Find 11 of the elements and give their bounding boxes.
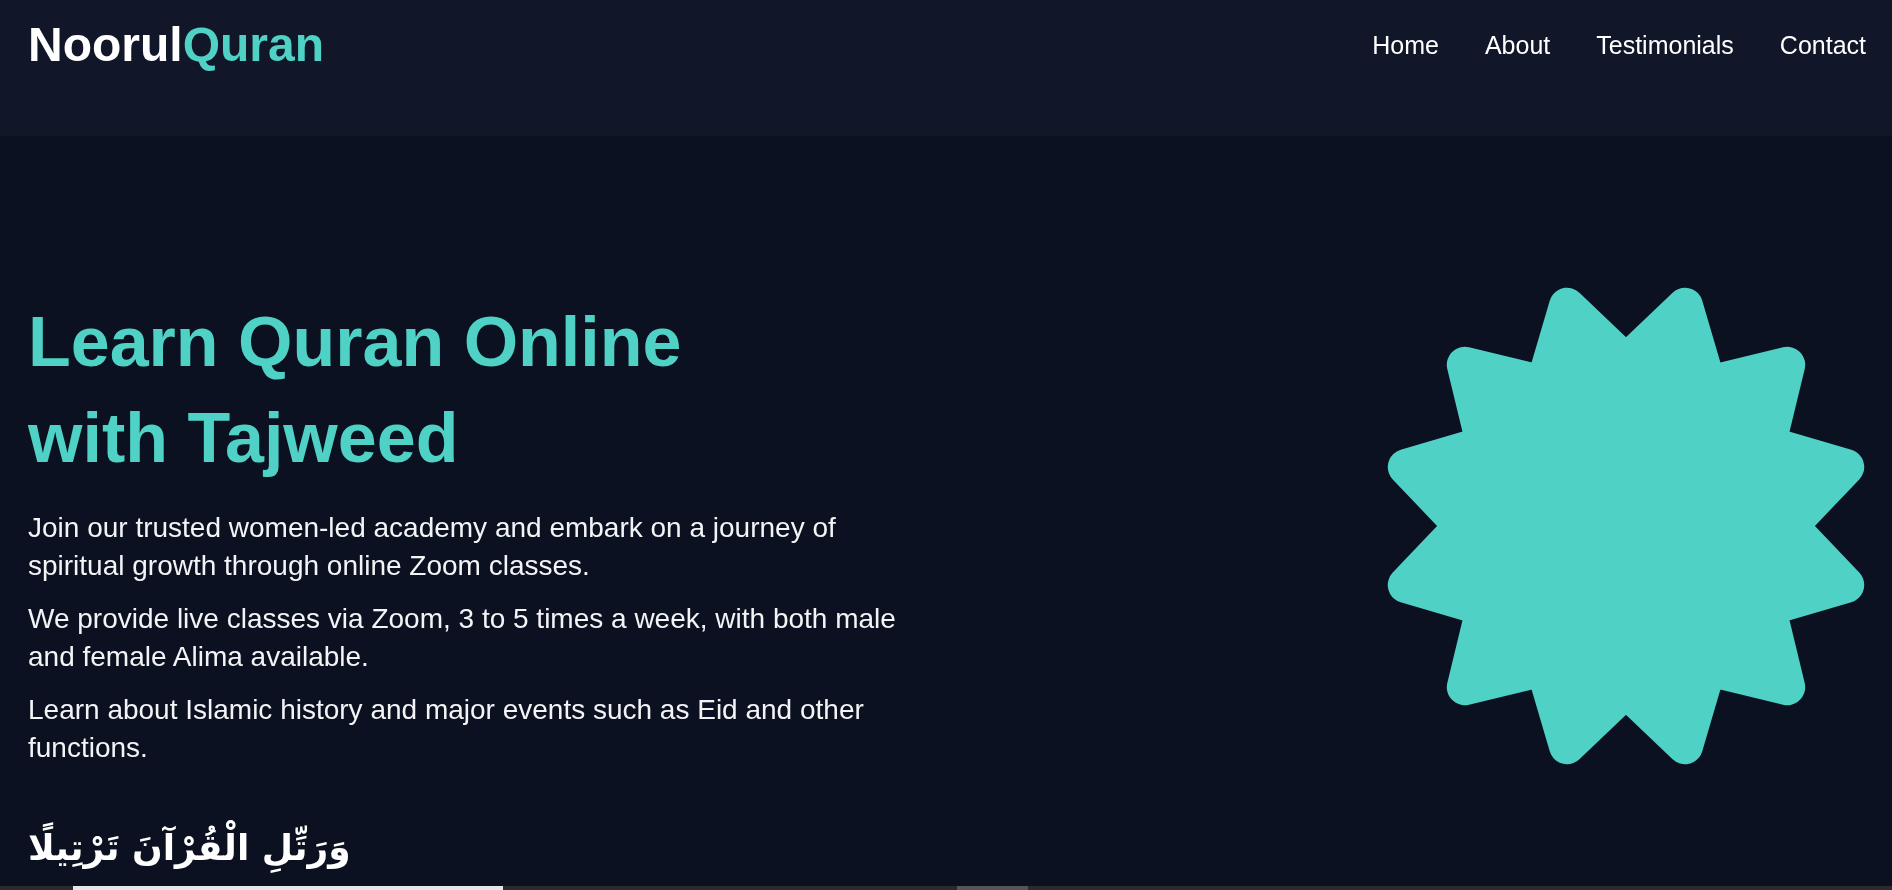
intro-paragraph: Learn about Islamic history and major events such as Eid and other functions. — [28, 693, 865, 765]
nav-link[interactable]: Testimonials — [1596, 30, 1734, 60]
nav-link[interactable]: Home — [1372, 30, 1439, 60]
intro-paragraph: We provide live classes via Zoom, 3 to 5 times a week, with both male and female Alima available. — [28, 602, 897, 674]
scrollbar-segment — [957, 886, 1028, 890]
nav-link[interactable]: About — [1484, 30, 1551, 60]
intro-paragraph: Join our trusted women-led academy and embark on a journey of spiritual growth through online Zoom classes. — [28, 511, 837, 583]
logo-wordmark[interactable]: NoorulQuran — [28, 16, 324, 74]
hero-heading: Learn Quran Online with Tajweed — [28, 302, 683, 479]
nav-link[interactable]: Contact — [1779, 30, 1866, 60]
scrollbar-thumb[interactable] — [73, 886, 503, 890]
